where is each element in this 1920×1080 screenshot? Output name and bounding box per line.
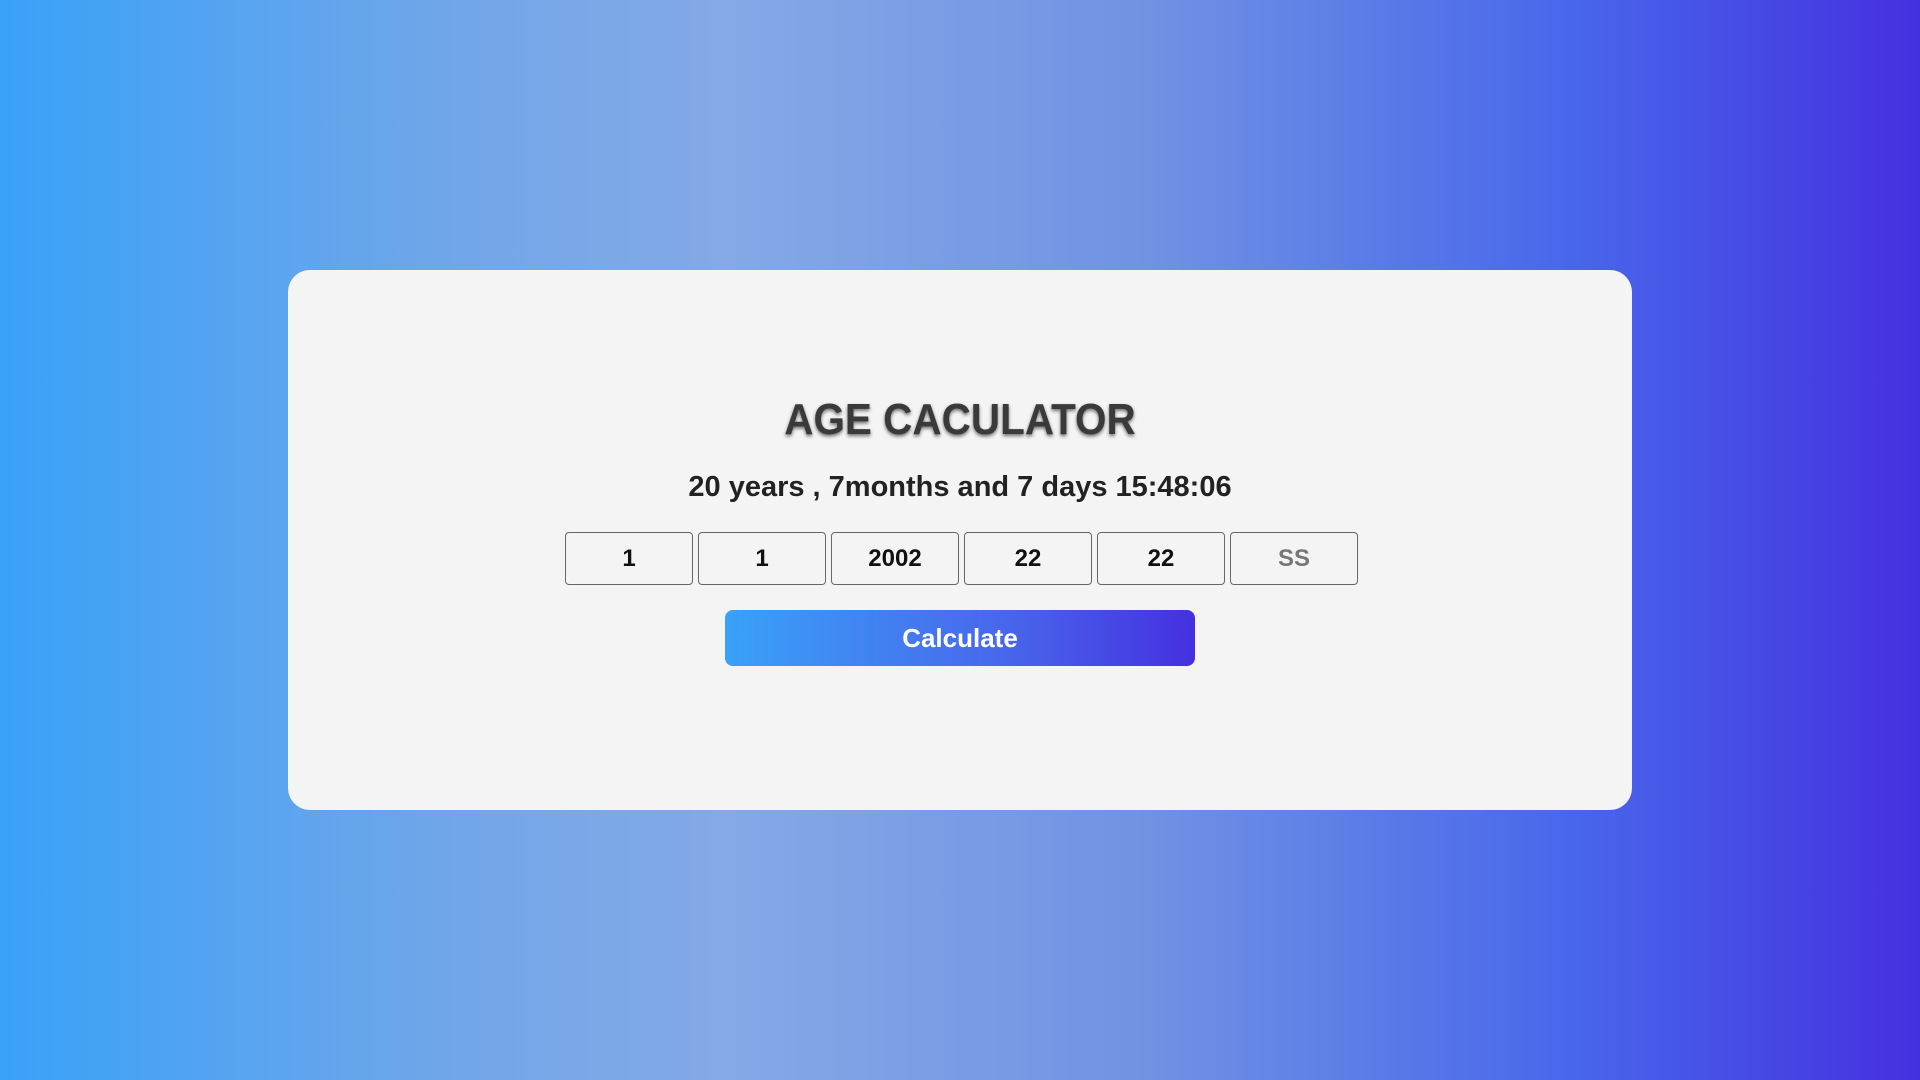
- hour-input[interactable]: [964, 532, 1092, 585]
- day-input[interactable]: [565, 532, 693, 585]
- second-input[interactable]: [1230, 532, 1358, 585]
- page-title: AGE CACULATOR: [784, 395, 1136, 444]
- calculate-button[interactable]: Calculate: [725, 610, 1195, 666]
- date-time-inputs: [565, 532, 1358, 585]
- year-input[interactable]: [831, 532, 959, 585]
- minute-input[interactable]: [1097, 532, 1225, 585]
- age-result-text: 20 years , 7months and 7 days 15:48:06: [688, 471, 1232, 503]
- age-calculator-card: AGE CACULATOR 20 years , 7months and 7 d…: [288, 270, 1632, 810]
- month-input[interactable]: [698, 532, 826, 585]
